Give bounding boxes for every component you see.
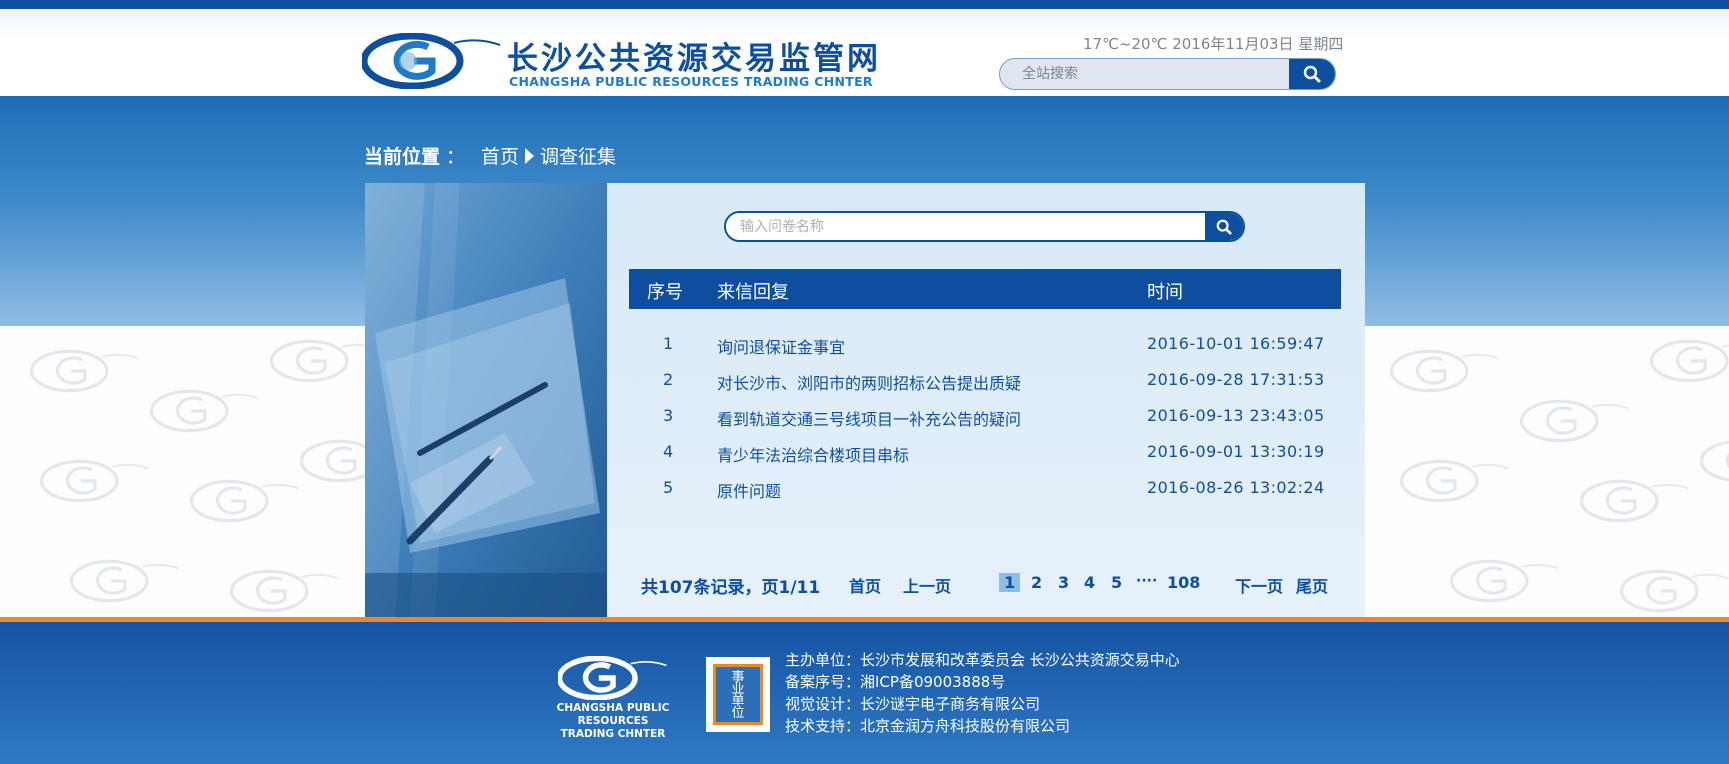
watermark-logo	[1700, 440, 1729, 482]
pagination-first[interactable]: 首页	[849, 573, 881, 597]
pagination-last[interactable]: 尾页	[1296, 573, 1328, 597]
watermark-logo	[230, 569, 339, 613]
table-header: 序号 来信回复 时间	[629, 269, 1341, 309]
watermark-logo	[1580, 479, 1689, 523]
breadcrumb-current: 调查征集	[540, 146, 617, 168]
pagination-prev[interactable]: 上一页	[903, 573, 951, 597]
watermark-logo	[270, 339, 379, 383]
row-title-link[interactable]: 询问退保证金事宜	[717, 334, 845, 358]
site-title-en: CHANGSHA PUBLIC RESOURCES TRADING CHNTER	[509, 74, 873, 89]
site-title-cn: 长沙公共资源交易监管网	[507, 41, 881, 77]
triangle-right-icon	[525, 147, 535, 164]
side-decorative-photo	[365, 183, 607, 617]
watermark-logo	[1450, 559, 1559, 603]
watermark-logo	[1400, 459, 1509, 503]
row-number: 3	[663, 406, 674, 425]
column-header-time: 时间	[1147, 282, 1183, 303]
site-logo[interactable]: 长沙公共资源交易监管网 CHANGSHA PUBLIC RESOURCES TR…	[362, 25, 878, 95]
table-row[interactable]: 2 对长沙市、浏阳市的两则招标公告提出质疑 2016-09-28 17:31:5…	[629, 364, 1341, 400]
watermark-logo	[30, 349, 139, 393]
table-row[interactable]: 3 看到轨道交通三号线项目一补充公告的疑问 2016-09-13 23:43:0…	[629, 400, 1341, 436]
watermark-logo	[1620, 569, 1729, 613]
questionnaire-search-input[interactable]	[726, 213, 1206, 240]
row-time: 2016-08-26 13:02:24	[1147, 478, 1325, 497]
questionnaire-search-bar	[724, 211, 1245, 242]
breadcrumb-home-link[interactable]: 首页	[481, 142, 519, 169]
row-time: 2016-09-28 17:31:53	[1147, 370, 1325, 389]
public-institution-badge[interactable]: 事业单位	[706, 657, 770, 732]
column-header-no: 序号	[647, 282, 683, 303]
pagination-page-3[interactable]: 3	[1058, 573, 1069, 592]
footer-icp: 备案序号：湘ICP备09003888号	[785, 673, 1006, 691]
site-footer: CHANGSHA PUBLIC RESOURCES TRADING CHNTER…	[0, 622, 1729, 764]
row-title-link[interactable]: 看到轨道交通三号线项目一补充公告的疑问	[717, 406, 1021, 430]
footer-support: 技术支持：北京金润方舟科技股份有限公司	[785, 717, 1071, 735]
table-row[interactable]: 1 询问退保证金事宜 2016-10-01 16:59:47	[629, 328, 1341, 364]
column-header-title: 来信回复	[717, 282, 789, 303]
watermark-logo	[1390, 349, 1499, 393]
pagination-next[interactable]: 下一页	[1235, 573, 1283, 597]
watermark-logo	[150, 389, 259, 433]
questionnaire-search-button[interactable]	[1205, 213, 1243, 240]
changsha-g-logo-icon	[362, 33, 501, 89]
footer-info: 主办单位：长沙市发展和改革委员会 长沙公共资源交易中心 备案序号：湘ICP备09…	[785, 649, 1180, 737]
row-number: 1	[663, 334, 674, 353]
breadcrumb-label: 当前位置	[364, 146, 441, 168]
table-body: 1 询问退保证金事宜 2016-10-01 16:59:47 2 对长沙市、浏阳…	[629, 328, 1341, 508]
row-time: 2016-10-01 16:59:47	[1147, 334, 1325, 353]
breadcrumb-colon: ：	[446, 146, 466, 168]
site-search-bar	[999, 58, 1336, 90]
top-stripe	[0, 0, 1729, 9]
footer-design: 视觉设计：长沙谜宇电子商务有限公司	[785, 695, 1041, 713]
watermark-logo	[1520, 399, 1629, 443]
row-title-link[interactable]: 对长沙市、浏阳市的两则招标公告提出质疑	[717, 370, 1021, 394]
site-search-input[interactable]	[1000, 59, 1290, 89]
footer-sponsor: 主办单位：长沙市发展和改革委员会 长沙公共资源交易中心	[785, 651, 1180, 669]
pagination-page-last[interactable]: 108	[1167, 573, 1200, 592]
row-title-link[interactable]: 原件问题	[717, 478, 781, 502]
pagination-ellipsis: ····	[1136, 573, 1158, 589]
pagination: 共107条记录，页1/11 首页 上一页 1 2 3 4 5 ···· 108 …	[641, 573, 1341, 598]
watermark-logo	[70, 559, 179, 603]
search-icon	[1303, 65, 1321, 83]
footer-logo-line1: CHANGSHA PUBLIC RESOURCES	[556, 702, 670, 727]
pagination-page-4[interactable]: 4	[1084, 573, 1095, 592]
pagination-page-5[interactable]: 5	[1111, 573, 1122, 592]
site-header: 长沙公共资源交易监管网 CHANGSHA PUBLIC RESOURCES TR…	[0, 9, 1729, 96]
pagination-page-1[interactable]: 1	[999, 573, 1021, 592]
badge-text: 事业单位	[713, 664, 763, 725]
content-panel: 序号 来信回复 时间 1 询问退保证金事宜 2016-10-01 16:59:4…	[607, 183, 1365, 617]
pagination-page-2[interactable]: 2	[1031, 573, 1042, 592]
row-time: 2016-09-01 13:30:19	[1147, 442, 1325, 461]
pagination-summary: 共107条记录，页1/11	[641, 578, 821, 598]
footer-logo-line2: TRADING CHNTER	[560, 728, 666, 740]
site-search-button[interactable]	[1289, 59, 1335, 89]
footer-logo-text: CHANGSHA PUBLIC RESOURCES TRADING CHNTER	[528, 702, 698, 741]
changsha-g-logo-icon	[558, 656, 667, 700]
row-number: 5	[663, 478, 674, 497]
table-row[interactable]: 5 原件问题 2016-08-26 13:02:24	[629, 472, 1341, 508]
breadcrumb: 当前位置 ： 首页 调查征集	[364, 142, 616, 169]
watermark-logo	[1650, 339, 1729, 383]
weather-date: 17℃~20℃ 2016年11月03日 星期四	[1083, 35, 1344, 53]
row-number: 2	[663, 370, 674, 389]
watermark-logo	[190, 479, 299, 523]
watermark-logo	[40, 459, 149, 503]
table-row[interactable]: 4 青少年法治综合楼项目串标 2016-09-01 13:30:19	[629, 436, 1341, 472]
row-time: 2016-09-13 23:43:05	[1147, 406, 1325, 425]
row-number: 4	[663, 442, 674, 461]
row-title-link[interactable]: 青少年法治综合楼项目串标	[717, 442, 909, 466]
search-icon	[1216, 219, 1232, 235]
footer-logo: CHANGSHA PUBLIC RESOURCES TRADING CHNTER	[525, 656, 695, 740]
